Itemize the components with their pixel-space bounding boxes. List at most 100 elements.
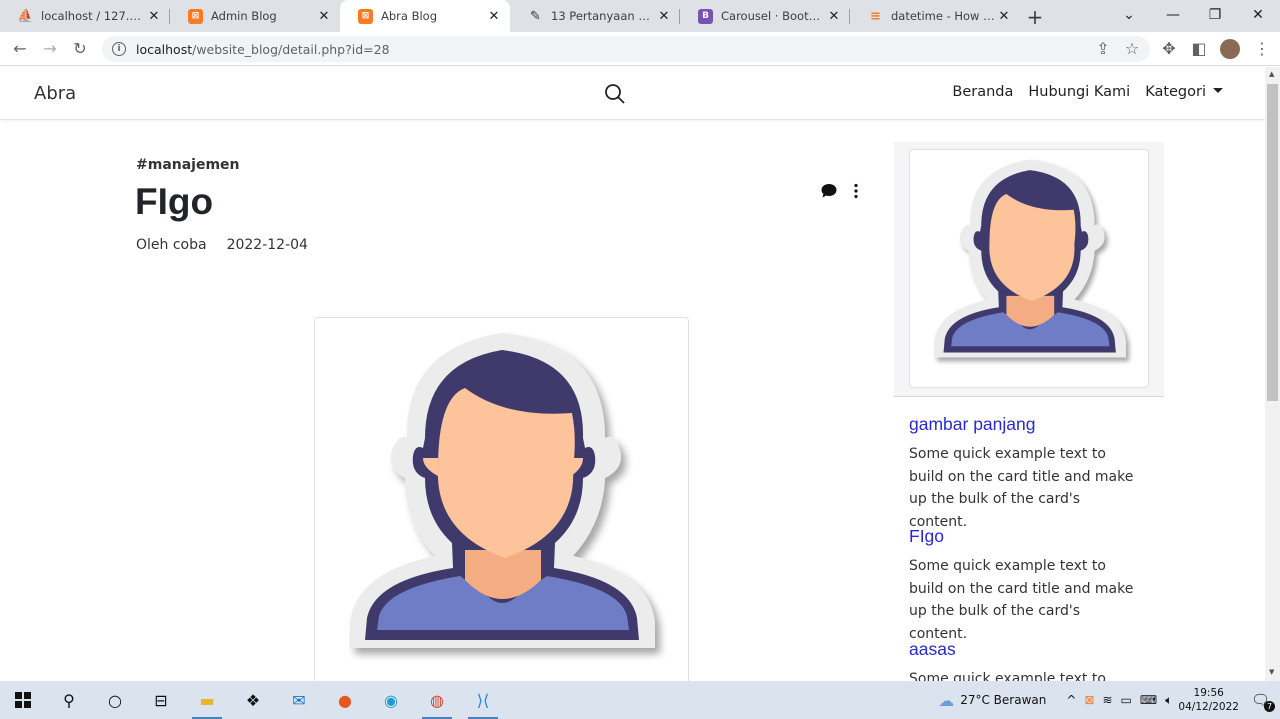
sidebar-post-title[interactable]: FIgo bbox=[909, 526, 1139, 547]
battery-icon[interactable]: ▭ bbox=[1121, 693, 1132, 707]
task-view-icon[interactable]: ⊟ bbox=[138, 681, 184, 719]
nav-contact-link[interactable]: Hubungi Kami bbox=[1028, 84, 1130, 100]
phpmyadmin-icon: ⛵ bbox=[17, 8, 34, 24]
article-meta: Oleh coba 2022-12-04 bbox=[136, 237, 308, 253]
xampp-tray-icon[interactable]: ⊠ bbox=[1084, 693, 1094, 707]
tab-title: 13 Pertanyaan dan Jav bbox=[551, 9, 656, 23]
close-tab-icon[interactable]: ✕ bbox=[656, 9, 672, 24]
url-host: localhost bbox=[136, 41, 193, 57]
edge-icon[interactable]: ◉ bbox=[368, 681, 414, 719]
clock-time: 19:56 bbox=[1193, 687, 1224, 699]
bootstrap-icon: B bbox=[698, 8, 713, 24]
browser-tab-5[interactable]: ≡ datetime - How do I g ✕ bbox=[850, 0, 1020, 32]
scrollbar-thumb[interactable] bbox=[1267, 84, 1278, 401]
restore-icon[interactable]: ❐ bbox=[1194, 0, 1236, 30]
back-icon[interactable]: ← bbox=[5, 39, 35, 58]
language-icon[interactable]: ⌨ bbox=[1140, 693, 1157, 707]
sidebar-post: aasas Some quick example text to build bbox=[909, 639, 1139, 681]
scroll-down-icon[interactable]: ▼ bbox=[1269, 668, 1274, 676]
sidebar-post: gambar panjang Some quick example text t… bbox=[909, 414, 1139, 533]
notification-count: 7 bbox=[1264, 701, 1275, 712]
article-title: FIgo bbox=[135, 181, 214, 222]
tab-title: localhost / 127.0.0.1 / bbox=[41, 9, 146, 23]
article-tag[interactable]: #manajemen bbox=[136, 157, 240, 173]
notification-icon[interactable]: 🗨︎ 7 bbox=[1251, 691, 1275, 712]
search-icon[interactable] bbox=[604, 83, 626, 105]
scroll-up-icon[interactable]: ▲ bbox=[1269, 70, 1274, 78]
tab-title: Abra Blog bbox=[381, 9, 438, 23]
menu-kebab-icon[interactable]: ⋮ bbox=[1247, 39, 1277, 58]
browser-tab-1[interactable]: ⊠ Admin Blog ✕ bbox=[170, 0, 340, 32]
profile-avatar[interactable] bbox=[1220, 39, 1240, 59]
web-page: Abra Beranda Hubungi Kami Kategori #mana… bbox=[0, 67, 1265, 681]
sidebar-post-text: Some quick example text to build on the … bbox=[909, 446, 1134, 530]
reload-icon[interactable]: ↻ bbox=[65, 39, 95, 58]
browser-tab-strip: ⛵ localhost / 127.0.0.1 / ✕ ⊠ Admin Blog… bbox=[0, 0, 1280, 32]
windows-start-icon[interactable] bbox=[0, 681, 46, 719]
page-scrollbar[interactable]: ▲ ▼ bbox=[1265, 67, 1280, 681]
browser-tab-0[interactable]: ⛵ localhost / 127.0.0.1 / ✕ bbox=[0, 0, 170, 32]
user-avatar-illustration bbox=[934, 159, 1126, 358]
share-icon[interactable]: ⇪ bbox=[1088, 39, 1118, 58]
site-navbar: Abra Beranda Hubungi Kami Kategori bbox=[0, 67, 1265, 120]
chrome-icon[interactable]: ◍ bbox=[414, 681, 460, 719]
tab-search-icon[interactable]: ⌄ bbox=[1108, 0, 1150, 30]
tab-title: datetime - How do I g bbox=[891, 9, 996, 23]
article-actions bbox=[820, 182, 862, 200]
address-bar[interactable]: i localhost/website_blog/detail.php?id=2… bbox=[102, 36, 1150, 62]
site-brand[interactable]: Abra bbox=[34, 83, 76, 104]
close-window-icon[interactable]: ✕ bbox=[1237, 0, 1279, 30]
cortana-icon[interactable]: ○ bbox=[92, 681, 138, 719]
sidebar-post-title[interactable]: aasas bbox=[909, 639, 1139, 660]
browser-tab-3[interactable]: ✎ 13 Pertanyaan dan Jav ✕ bbox=[510, 0, 680, 32]
user-avatar-illustration bbox=[350, 333, 655, 648]
article-image bbox=[314, 317, 689, 681]
close-tab-icon[interactable]: ✕ bbox=[826, 9, 842, 24]
close-tab-icon[interactable]: ✕ bbox=[146, 9, 162, 24]
browser-tab-2[interactable]: ⊠ Abra Blog ✕ bbox=[340, 0, 510, 32]
weather-cloud-icon[interactable]: ☁ bbox=[938, 691, 954, 710]
comment-icon[interactable] bbox=[820, 182, 838, 200]
file-explorer-icon[interactable]: ▬ bbox=[184, 681, 230, 719]
feather-icon: ✎ bbox=[530, 8, 541, 24]
extensions-icon[interactable]: ✥ bbox=[1154, 39, 1184, 58]
site-info-icon[interactable]: i bbox=[112, 42, 126, 56]
sidebar: gambar panjang Some quick example text t… bbox=[894, 142, 1164, 681]
search-icon[interactable]: ⚲ bbox=[46, 681, 92, 719]
dropbox-icon[interactable]: ❖ bbox=[230, 681, 276, 719]
mail-icon[interactable]: ✉ bbox=[276, 681, 322, 719]
vscode-icon[interactable]: ⟩⟨ bbox=[460, 681, 506, 719]
nav-home-link[interactable]: Beranda bbox=[952, 84, 1013, 100]
side-panel-icon[interactable]: ◧ bbox=[1184, 39, 1214, 58]
close-tab-icon[interactable]: ✕ bbox=[486, 9, 502, 24]
firefox-icon[interactable]: ● bbox=[322, 681, 368, 719]
browser-tab-4[interactable]: B Carousel · Bootstrap v ✕ bbox=[680, 0, 850, 32]
minimize-icon[interactable]: — bbox=[1152, 0, 1194, 30]
sidebar-post-text: Some quick example text to build bbox=[909, 671, 1106, 681]
stackoverflow-icon: ≡ bbox=[870, 8, 881, 24]
wifi-icon[interactable]: ≋ bbox=[1102, 693, 1112, 707]
chevron-up-icon[interactable]: ^ bbox=[1066, 693, 1076, 707]
sidebar-post-title[interactable]: gambar panjang bbox=[909, 414, 1139, 435]
system-tray: ☁ 27°C Berawan ^ ⊠ ≋ ▭ ⌨ 🔈︎ 19:56 04/12/… bbox=[938, 681, 1280, 719]
article-author: Oleh coba bbox=[136, 237, 207, 253]
sidebar-featured-image[interactable] bbox=[909, 149, 1149, 388]
close-tab-icon[interactable]: ✕ bbox=[316, 9, 332, 24]
bookmark-star-icon[interactable]: ☆ bbox=[1117, 39, 1147, 58]
sidebar-post: FIgo Some quick example text to build on… bbox=[909, 526, 1139, 645]
tab-title: Carousel · Bootstrap v bbox=[721, 9, 826, 23]
sidebar-post-text: Some quick example text to build on the … bbox=[909, 558, 1134, 642]
xampp-icon: ⊠ bbox=[188, 8, 203, 24]
clock[interactable]: 19:56 04/12/2022 bbox=[1178, 686, 1239, 714]
article-date: 2022-12-04 bbox=[226, 237, 308, 253]
forward-icon[interactable]: → bbox=[35, 39, 65, 58]
url-path: /website_blog/detail.php?id=28 bbox=[192, 41, 390, 57]
nav-category-dropdown[interactable]: Kategori bbox=[1145, 84, 1223, 100]
new-tab-icon[interactable]: + bbox=[1020, 2, 1050, 32]
sidebar-featured-card bbox=[894, 142, 1164, 397]
volume-icon[interactable]: 🔈︎ bbox=[1165, 693, 1172, 708]
weather-text[interactable]: 27°C Berawan bbox=[960, 693, 1046, 707]
close-tab-icon[interactable]: ✕ bbox=[996, 9, 1012, 24]
windows-taskbar: ⚲ ○ ⊟ ▬ ❖ ✉ ● ◉ ◍ ⟩⟨ ☁ 27°C Berawan ^ ⊠ … bbox=[0, 681, 1280, 719]
more-options-icon[interactable] bbox=[850, 182, 862, 200]
